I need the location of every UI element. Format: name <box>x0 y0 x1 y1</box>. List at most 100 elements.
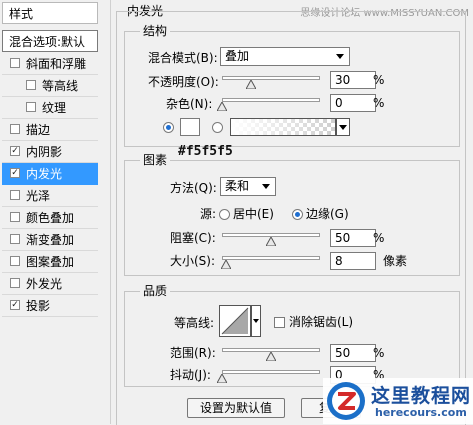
styles-list: 样式 混合选项:默认 斜面和浮雕 等高线 纹理 描边 ✓ 内阴影 ✓ 内发光 光泽 颜色叠加 渐变叠… <box>0 0 98 424</box>
jitter-label: 抖动(J): <box>170 368 211 382</box>
source-center-label: 居中(E) <box>233 207 274 221</box>
style-item[interactable]: 等高线 <box>2 75 98 97</box>
style-item-checkbox[interactable] <box>26 80 36 90</box>
glow-color-swatch[interactable] <box>180 118 200 136</box>
chevron-down-icon <box>339 125 347 130</box>
contour-label: 等高线: <box>174 316 215 330</box>
noise-slider-track[interactable] <box>222 98 320 102</box>
solid-color-radio[interactable] <box>163 122 174 133</box>
style-item-checkbox[interactable] <box>26 102 36 112</box>
size-slider-thumb[interactable] <box>220 260 231 269</box>
style-item-label: 光泽 <box>26 189 51 203</box>
size-slider-track[interactable] <box>222 256 320 260</box>
structure-title: 结构 <box>140 24 171 38</box>
style-item-label: 纹理 <box>42 101 67 115</box>
style-item[interactable]: 斜面和浮雕 <box>2 53 98 75</box>
choke-label: 阻塞(C): <box>170 231 216 245</box>
style-item-checkbox[interactable] <box>10 124 20 134</box>
style-item-label: 图案叠加 <box>26 255 75 269</box>
choke-input[interactable]: 50 <box>330 229 376 247</box>
opacity-slider-thumb[interactable] <box>246 80 257 89</box>
size-unit: 像素 <box>383 254 408 268</box>
style-item-label: 斜面和浮雕 <box>26 57 87 71</box>
style-item-checkbox[interactable] <box>10 278 20 288</box>
style-item-label: 等高线 <box>42 79 79 93</box>
size-label: 大小(S): <box>170 254 216 268</box>
style-item[interactable]: ✓ 内阴影 <box>2 141 98 163</box>
style-item-label: 外发光 <box>26 277 63 291</box>
quality-title: 品质 <box>140 284 171 298</box>
jitter-slider-track[interactable] <box>222 370 320 374</box>
style-item-checkbox[interactable] <box>10 256 20 266</box>
gradient-radio[interactable] <box>212 122 223 133</box>
range-label: 范围(R): <box>170 346 216 360</box>
logo-name: 这里教程网 <box>371 385 472 407</box>
style-item[interactable]: ✓ 内发光 <box>2 163 98 185</box>
method-value: 柔和 <box>225 179 250 193</box>
source-edge-radio[interactable] <box>292 209 303 220</box>
logo-mark-icon <box>327 382 365 420</box>
noise-label: 杂色(N): <box>166 97 213 111</box>
chevron-down-icon <box>253 319 259 323</box>
range-unit: % <box>373 346 385 360</box>
make-default-button[interactable]: 设置为默认值 <box>187 398 285 418</box>
style-item[interactable]: 外发光 <box>2 273 98 295</box>
style-item-checkbox[interactable] <box>10 190 20 200</box>
source-center-radio[interactable] <box>219 209 230 220</box>
blend-options-item[interactable]: 混合选项:默认 <box>2 30 98 52</box>
gradient-dropdown[interactable] <box>336 118 350 136</box>
noise-slider-thumb[interactable] <box>217 102 227 111</box>
style-item-checkbox[interactable] <box>10 58 20 68</box>
style-item[interactable]: 纹理 <box>2 97 98 119</box>
style-item-checkbox[interactable] <box>10 212 20 222</box>
jitter-slider-thumb[interactable] <box>217 374 227 383</box>
style-item[interactable]: 渐变叠加 <box>2 229 98 251</box>
color-annotation: #f5f5f5 <box>178 144 233 159</box>
style-item-label: 内发光 <box>26 167 63 181</box>
contour-curve-icon <box>221 307 249 335</box>
choke-slider-thumb[interactable] <box>266 237 276 246</box>
range-slider-thumb[interactable] <box>266 352 276 361</box>
style-item[interactable]: 颜色叠加 <box>2 207 98 229</box>
noise-unit: % <box>373 96 385 110</box>
method-select[interactable]: 柔和 <box>220 177 276 196</box>
opacity-label: 不透明度(O): <box>148 75 219 89</box>
site-logo: 这里教程网 herecours.com <box>323 378 473 424</box>
blend-mode-value: 叠加 <box>225 49 250 63</box>
style-item[interactable]: 描边 <box>2 119 98 141</box>
style-item-label: 描边 <box>26 123 51 137</box>
antialias-checkbox[interactable] <box>274 317 285 328</box>
range-input[interactable]: 50 <box>330 344 376 362</box>
style-item[interactable]: 图案叠加 <box>2 251 98 273</box>
style-item-checkbox[interactable] <box>10 234 20 244</box>
style-item-label: 渐变叠加 <box>26 233 75 247</box>
antialias-label: 消除锯齿(L) <box>289 315 354 329</box>
contour-preview[interactable] <box>219 305 251 337</box>
divider <box>110 0 111 424</box>
opacity-slider-track[interactable] <box>222 76 320 80</box>
style-item[interactable]: 光泽 <box>2 185 98 207</box>
blend-mode-label: 混合模式(B): <box>148 51 218 65</box>
chevron-down-icon <box>336 54 344 59</box>
style-item-label: 颜色叠加 <box>26 211 75 225</box>
chevron-down-icon <box>262 184 270 189</box>
gradient-preview[interactable] <box>230 118 336 136</box>
style-item-checkbox[interactable]: ✓ <box>10 146 20 156</box>
style-item-label: 内阴影 <box>26 145 63 159</box>
blend-mode-select[interactable]: 叠加 <box>220 47 350 66</box>
style-item-label: 投影 <box>26 299 51 313</box>
noise-input[interactable]: 0 <box>330 94 376 112</box>
style-item[interactable]: ✓ 投影 <box>2 295 98 317</box>
logo-url: herecours.com <box>375 406 467 419</box>
size-input[interactable]: 8 <box>330 252 376 270</box>
style-item-checkbox[interactable]: ✓ <box>10 168 20 178</box>
method-label: 方法(Q): <box>170 181 217 195</box>
source-label: 源: <box>200 207 217 221</box>
style-item-checkbox[interactable]: ✓ <box>10 300 20 310</box>
source-edge-label: 边缘(G) <box>306 207 349 221</box>
opacity-input[interactable]: 30 <box>330 71 376 89</box>
contour-dropdown[interactable] <box>251 305 261 337</box>
opacity-unit: % <box>373 73 385 87</box>
elements-title: 图素 <box>140 153 171 167</box>
choke-unit: % <box>373 231 385 245</box>
